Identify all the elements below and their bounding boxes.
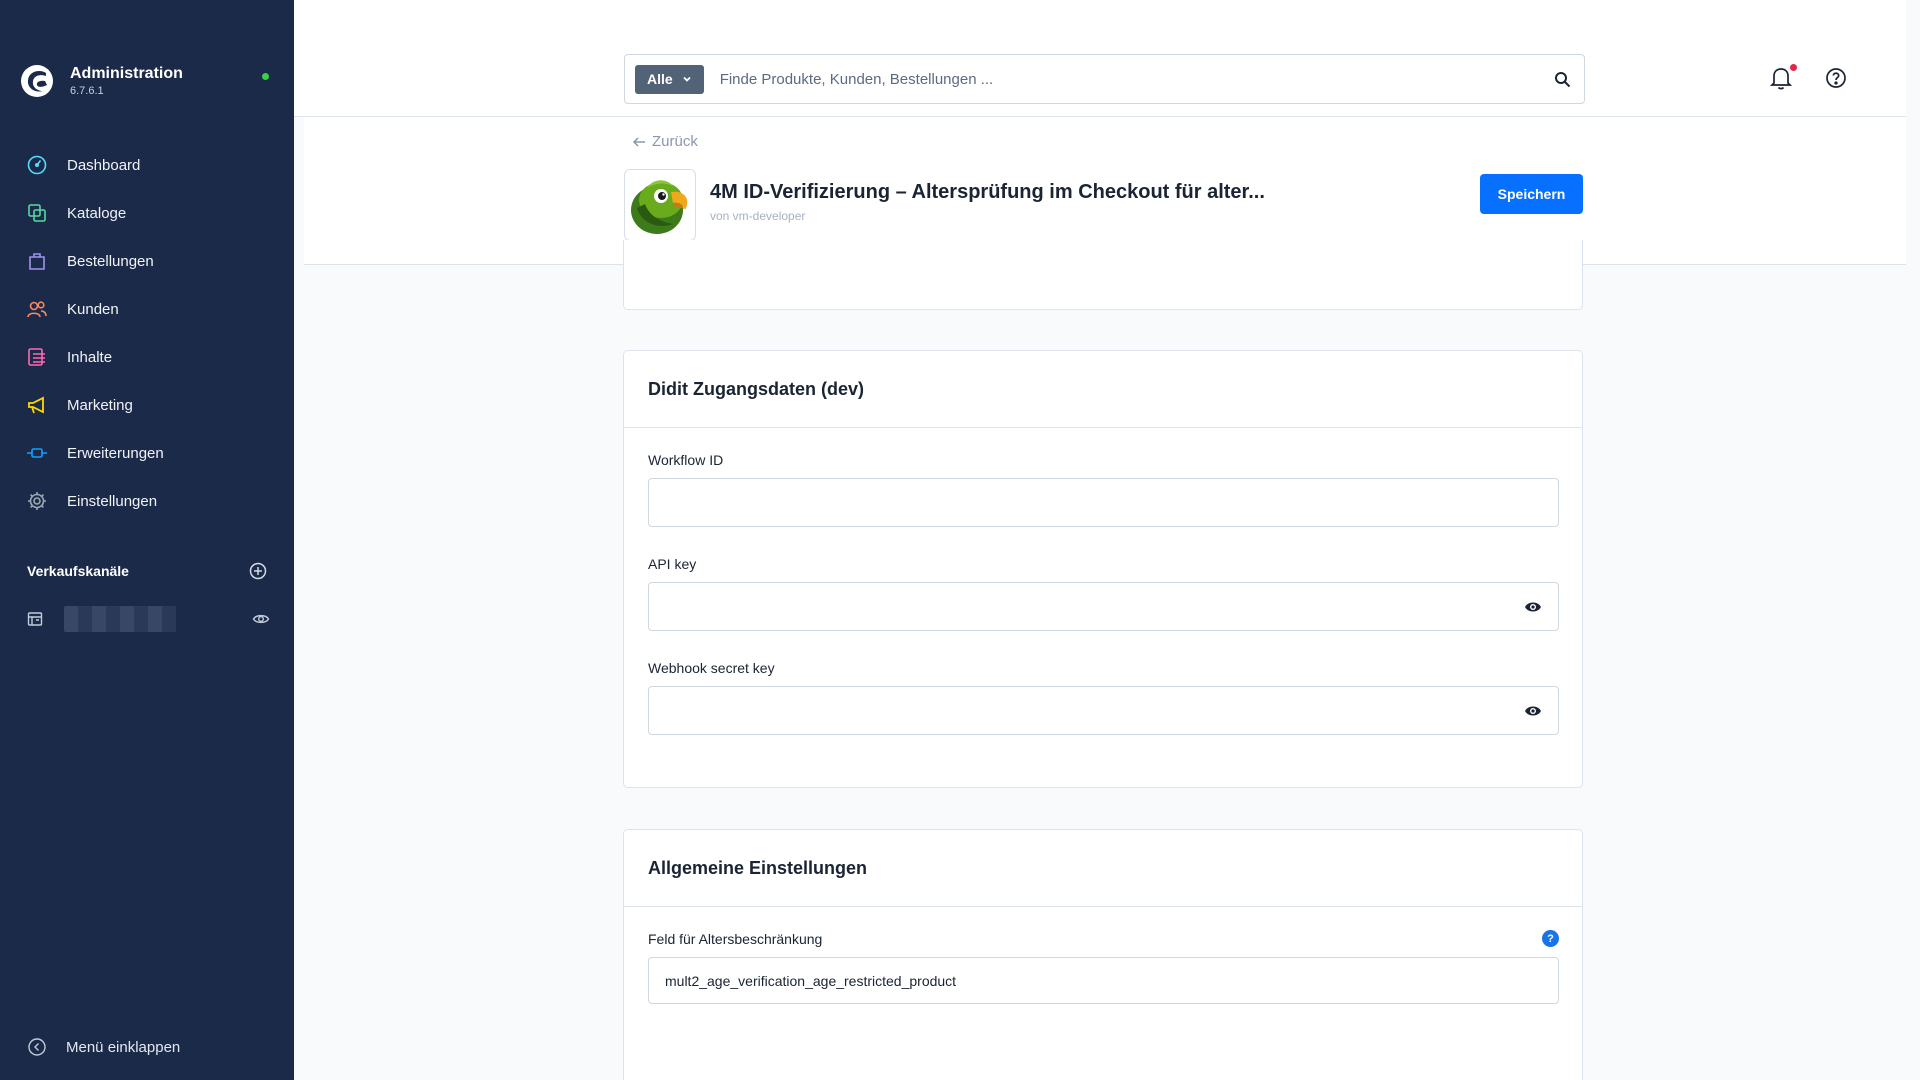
brand[interactable]: Administration 6.7.6.1 [20,64,183,98]
field-box [648,686,1559,735]
chevron-down-icon [683,76,691,82]
eye-icon [1525,706,1541,715]
webhook-secret-field: Webhook secret key [648,659,1559,735]
search-icon [1554,71,1570,87]
didit-credentials-card: Didit Zugangsdaten (dev) Workflow ID API… [623,350,1583,788]
age-restriction-input[interactable] [649,958,1558,1003]
back-link-label: Zurück [652,133,698,150]
sidebar-item-content[interactable]: Inhalte [0,333,294,381]
main-navigation: Dashboard Kataloge Bestellungen Kunden I… [0,141,294,525]
dashboard-icon [27,155,47,175]
sidebar-item-label: Kataloge [67,204,127,222]
customers-icon [27,301,47,318]
extension-logo [624,169,696,241]
parrot-logo-icon [631,180,688,234]
sidebar-item-marketing[interactable]: Marketing [0,381,294,429]
arrow-left-icon [632,136,645,147]
search-button[interactable] [1540,71,1584,88]
sidebar: Administration 6.7.6.1 Dashboard Katalog… [0,0,294,1080]
workflow-id-field: Workflow ID [648,451,1559,527]
sidebar-item-extensions[interactable]: Erweiterungen [0,429,294,477]
help-icon[interactable] [1825,67,1847,89]
brand-title: Administration [70,65,183,82]
chevron-left-circle-icon [28,1038,46,1056]
card-title: Allgemeine Einstellungen [624,830,1582,907]
sidebar-item-label: Erweiterungen [67,444,164,462]
workflow-id-input[interactable] [649,479,1558,526]
collapse-menu-label: Menü einklappen [66,1038,181,1056]
sidebar-item-label: Bestellungen [67,252,154,270]
api-key-field: API key [648,555,1559,631]
card-title: Didit Zugangsdaten (dev) [624,351,1582,428]
marketing-megaphone-icon [28,396,44,414]
sidebar-item-label: Dashboard [67,156,141,174]
field-box [648,478,1559,527]
shopware-logo-icon [21,65,53,97]
add-sales-channel-icon[interactable] [249,562,267,580]
sales-channels-title: Verkaufskanäle [27,563,129,579]
global-search: Alle [624,54,1585,104]
notification-badge [1790,64,1797,71]
extensions-plug-icon [27,448,47,458]
sidebar-item-customers[interactable]: Kunden [0,285,294,333]
field-box [648,582,1559,631]
toggle-visibility-button[interactable] [1508,600,1558,614]
sales-channel-item[interactable] [26,604,270,634]
eye-icon[interactable] [252,610,270,628]
catalogue-icon [28,204,46,222]
sidebar-item-orders[interactable]: Bestellungen [0,237,294,285]
save-button[interactable]: Speichern [1480,174,1583,214]
sidebar-item-label: Kunden [67,300,119,318]
general-settings-card: Allgemeine Einstellungen Feld für Alters… [623,829,1583,1080]
help-tooltip-icon[interactable]: ? [1542,930,1559,947]
extension-title: 4M ID-Verifizierung – Altersprüfung im C… [710,181,1265,203]
brand-version: 6.7.6.1 [70,85,104,97]
sidebar-item-label: Marketing [67,396,133,414]
webhook-secret-input[interactable] [649,687,1508,734]
sidebar-item-label: Inhalte [67,348,113,366]
age-restriction-field: Feld für Altersbeschränkung ? [648,930,1559,1004]
sidebar-item-label: Einstellungen [67,492,158,510]
back-link[interactable]: Zurück [632,133,698,150]
field-label: Webhook secret key [648,660,775,676]
field-label: Workflow ID [648,452,724,468]
sidebar-item-catalogues[interactable]: Kataloge [0,189,294,237]
storefront-icon [27,612,43,626]
sidebar-item-settings[interactable]: Einstellungen [0,477,294,525]
sales-channel-name-redacted [64,606,176,632]
notification-bell-icon[interactable] [1770,66,1792,90]
eye-icon [1525,602,1541,611]
orders-bag-icon [29,253,45,270]
field-box [648,957,1559,1004]
search-type-select[interactable]: Alle [635,64,704,94]
api-key-input[interactable] [649,583,1508,630]
field-label: API key [648,556,697,572]
top-bar: Alle [294,0,1906,117]
content-icon [28,348,45,366]
extension-vendor: von vm-developer [710,209,806,223]
sales-channels-header: Verkaufskanäle [27,562,267,580]
previous-card-bottom [623,240,1583,310]
online-status-dot [262,73,269,80]
collapse-menu-button[interactable]: Menü einklappen [27,1037,180,1057]
settings-gear-icon [28,492,46,510]
scrollbar-track[interactable] [1906,0,1920,1080]
toggle-visibility-button[interactable] [1508,704,1558,718]
field-label: Feld für Altersbeschränkung [648,931,823,947]
sidebar-item-dashboard[interactable]: Dashboard [0,141,294,189]
search-type-label: Alle [647,71,673,87]
search-input[interactable] [719,70,1540,88]
